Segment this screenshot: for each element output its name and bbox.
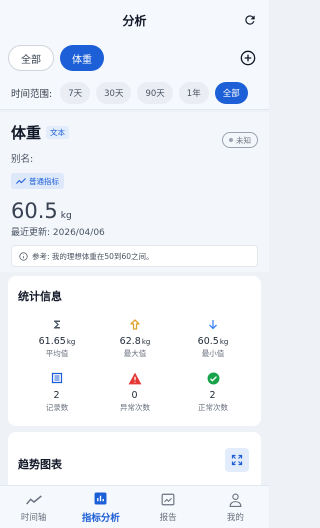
status-text: 未知 [236, 135, 251, 145]
nav-item-indicator-analysis[interactable]: 指标分析 [67, 486, 134, 528]
app-header: 分析 [0, 0, 269, 40]
stat-abnormal-count-label: 异常次数 [120, 403, 150, 412]
category-label: 普通指标 [29, 176, 59, 186]
filter-tab-weight[interactable]: 体重 [60, 45, 104, 71]
statistics-card: 统计信息 61.65kg 平均值 62.8kg 最大值 60.5kg 最小值 2… [8, 276, 261, 426]
sigma-icon [51, 316, 63, 332]
stat-record-count: 2 记录数 [18, 370, 96, 413]
warning-icon [128, 370, 142, 386]
nav-item-indicator-analysis-label: 指标分析 [81, 512, 120, 524]
nav-item-timeline-label: 时间轴 [20, 512, 47, 523]
stat-max: 62.8kg 最大值 [96, 316, 174, 359]
nav-item-profile[interactable]: 我的 [202, 486, 269, 528]
stat-average-label: 平均值 [45, 349, 69, 358]
check-circle-icon [207, 370, 220, 386]
fullscreen-icon[interactable] [225, 448, 249, 472]
stat-record-count-label: 记录数 [45, 403, 69, 412]
person-icon [229, 492, 242, 508]
nav-item-report-label: 报告 [159, 512, 177, 523]
range-option-1y[interactable]: 1年 [178, 81, 209, 104]
stat-max-value: 62.8kg [119, 336, 151, 347]
time-range-label: 时间范围: [11, 88, 53, 100]
stat-min-label: 最小值 [201, 349, 225, 358]
range-option-30d[interactable]: 30天 [96, 81, 132, 104]
range-option-7d[interactable]: 7天 [60, 81, 91, 104]
refresh-icon[interactable] [241, 11, 259, 29]
range-option-all[interactable]: 全部 [214, 81, 248, 104]
bottom-navigation: 时间轴 指标分析 报告 我的 [0, 485, 269, 528]
nav-item-timeline[interactable]: 时间轴 [0, 486, 67, 528]
last-updated: 最近更新: 2026/04/06 [11, 228, 105, 238]
page-title: 分析 [122, 13, 147, 28]
current-value-unit: kg [60, 211, 72, 221]
list-icon [51, 370, 63, 386]
bar-chart-icon [94, 491, 107, 507]
add-circle-icon[interactable] [239, 49, 257, 67]
arrow-up-icon [129, 316, 141, 332]
category-chip: 普通指标 [11, 173, 64, 189]
statistics-title: 统计信息 [18, 290, 62, 303]
trend-chart-card: 趋势图表 [8, 432, 261, 492]
stat-normal-count-value: 2 [209, 390, 216, 401]
stat-record-count-value: 2 [53, 390, 60, 401]
nav-item-report[interactable]: 报告 [135, 486, 202, 528]
reference-note-text: 参考: 我的理想体重在50到60之间。 [32, 251, 154, 261]
nav-item-profile-label: 我的 [226, 512, 244, 523]
timeline-icon [25, 492, 42, 508]
current-value: 60.5 kg [11, 199, 258, 223]
trend-line-icon [16, 178, 26, 184]
stat-abnormal-count: 0 异常次数 [96, 370, 174, 413]
current-value-number: 60.5 [11, 199, 58, 223]
indicator-name: 体重 [11, 124, 42, 142]
stat-max-label: 最大值 [123, 349, 147, 358]
time-range-bar: 时间范围: 7天 30天 90天 1年 全部 [0, 76, 269, 110]
indicator-title-row: 体重 文本 [11, 122, 258, 143]
stat-min: 60.5kg 最小值 [174, 316, 252, 359]
indicator-filter-bar: 全部 体重 [0, 40, 269, 76]
stat-normal-count-label: 正常次数 [198, 403, 228, 412]
reference-note: 参考: 我的理想体重在50到60之间。 [11, 245, 258, 267]
alias-label: 别名: [11, 154, 34, 165]
range-option-90d[interactable]: 90天 [137, 81, 173, 104]
stat-abnormal-count-value: 0 [131, 390, 138, 401]
stat-average: 61.65kg 平均值 [18, 316, 96, 359]
status-badge: 未知 [222, 132, 258, 148]
arrow-down-icon [207, 316, 219, 332]
filter-tab-all[interactable]: 全部 [8, 45, 54, 71]
trend-chart-title: 趋势图表 [18, 458, 62, 471]
indicator-summary: 体重 文本 未知 别名: 普通指标 60.5 kg 最近更新: 2026/04/… [0, 112, 269, 272]
indicator-type-badge: 文本 [46, 126, 70, 139]
stat-min-value: 60.5kg [197, 336, 229, 347]
stat-normal-count: 2 正常次数 [174, 370, 252, 413]
stat-average-value: 61.65kg [38, 336, 76, 347]
status-dot-icon [229, 138, 233, 142]
info-icon [19, 251, 28, 261]
report-icon [161, 492, 175, 508]
